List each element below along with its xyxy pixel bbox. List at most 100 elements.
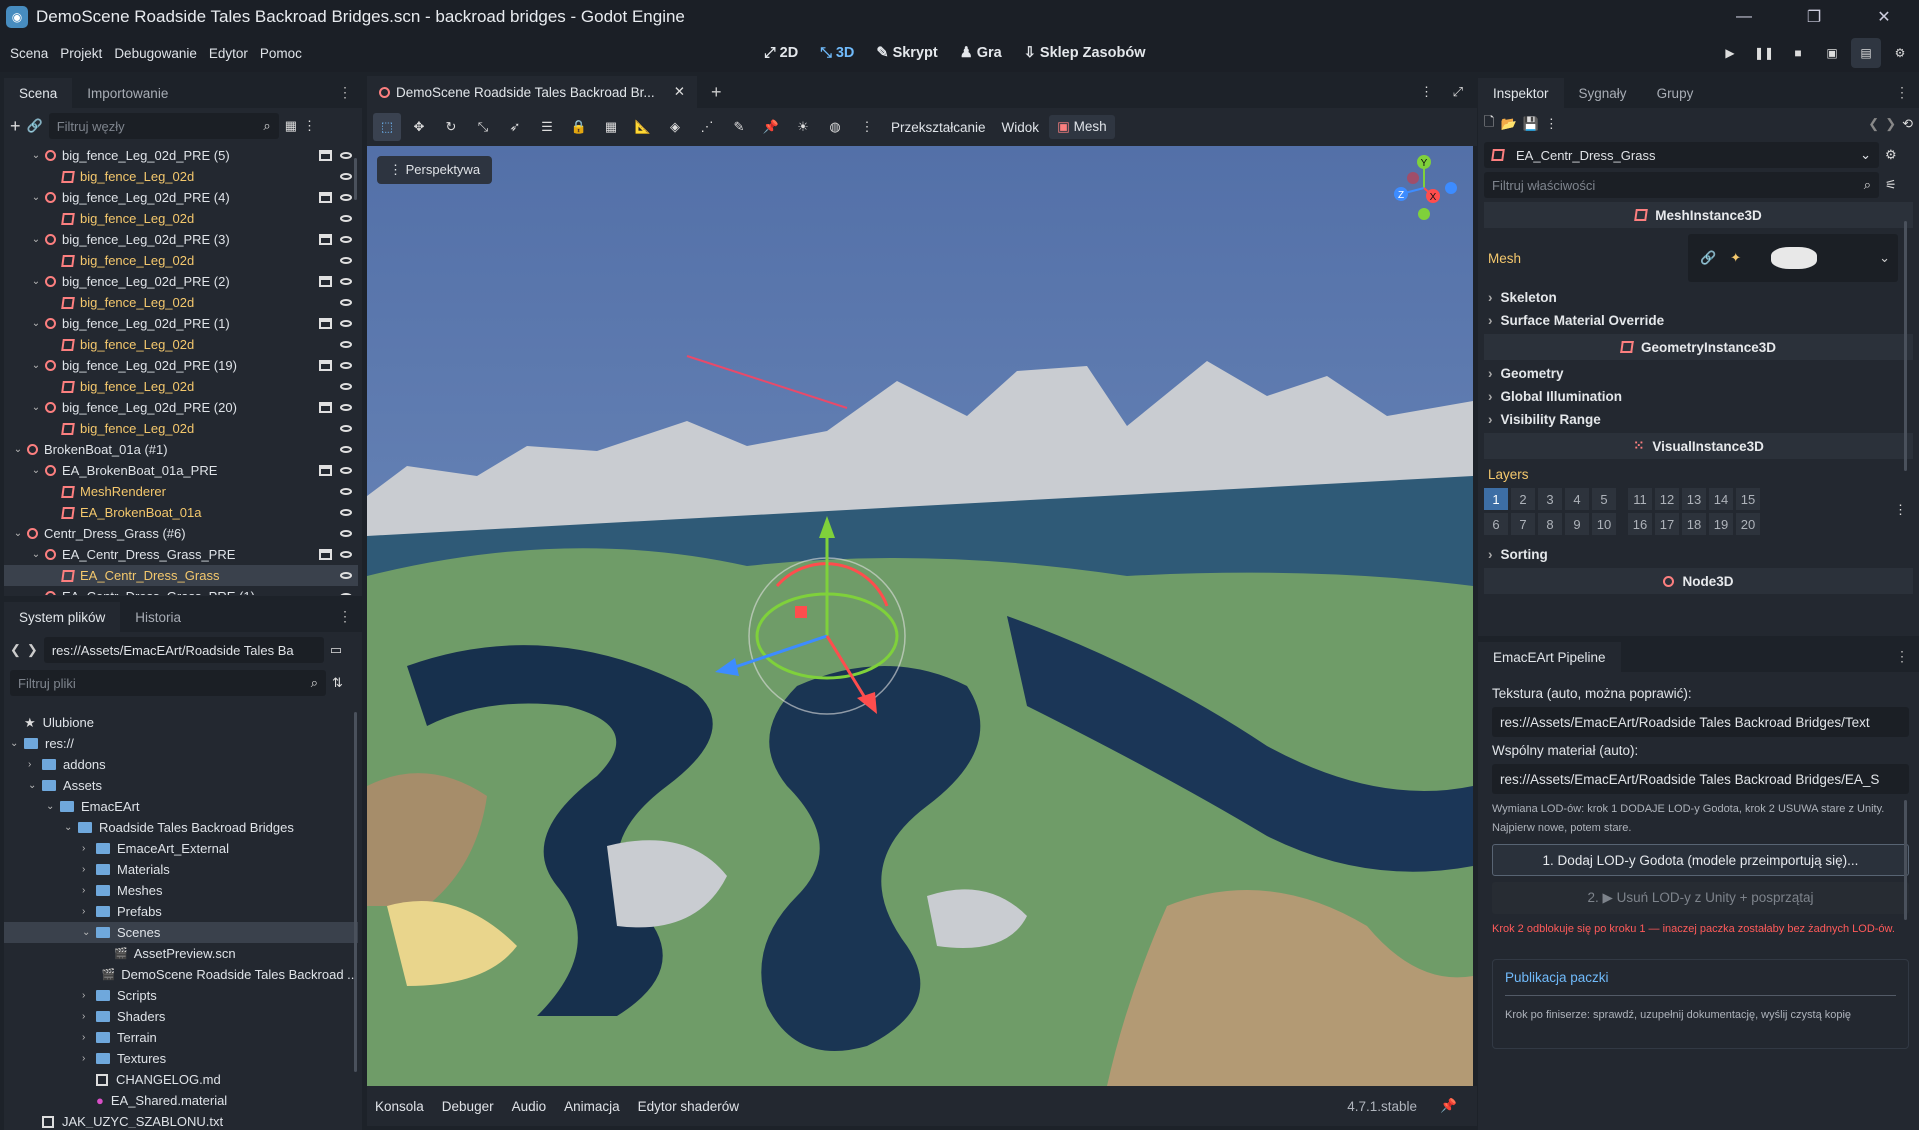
layers-menu-icon[interactable]: ⋮ bbox=[1894, 502, 1907, 518]
tree-node[interactable]: ⌄ big_fence_Leg_02d_PRE (19) bbox=[4, 355, 358, 376]
chevron-down-icon[interactable]: ⌄ bbox=[12, 444, 24, 455]
rotate-mode-icon[interactable]: ↻ bbox=[437, 113, 465, 141]
layer-toggle[interactable]: 1 bbox=[1484, 488, 1508, 510]
chevron-down-icon[interactable]: ⌄ bbox=[12, 528, 24, 539]
menu-debug[interactable]: Debugowanie bbox=[108, 46, 203, 61]
pin-bottom-icon[interactable]: 📌 bbox=[1440, 1098, 1457, 1114]
tab-debugger[interactable]: Debuger bbox=[442, 1099, 494, 1114]
tab-animation[interactable]: Animacja bbox=[564, 1099, 620, 1114]
path-field[interactable]: res://Assets/EmacEArt/Roadside Tales Ba bbox=[43, 637, 324, 663]
tree-node[interactable]: MeshRenderer bbox=[4, 481, 358, 502]
split-view-icon[interactable]: ▭ bbox=[330, 642, 342, 658]
pipeline-scrollbar[interactable] bbox=[1904, 800, 1907, 920]
chevron-icon[interactable]: › bbox=[82, 843, 96, 854]
scene-menu-icon[interactable]: ⋮ bbox=[303, 118, 316, 134]
inspector-menu-icon[interactable]: ⋮ bbox=[1895, 84, 1909, 101]
workspace-assetlib[interactable]: ⇩ Sklep Zasobów bbox=[1020, 45, 1150, 61]
layer-toggle[interactable]: 7 bbox=[1511, 513, 1535, 535]
visibility-eye-icon[interactable] bbox=[340, 341, 352, 348]
scale-mode-icon[interactable]: ⤡ bbox=[469, 113, 497, 141]
prop-surface-material[interactable]: › Surface Material Override bbox=[1478, 309, 1919, 332]
layer-toggle[interactable]: 4 bbox=[1565, 488, 1589, 510]
visibility-eye-icon[interactable] bbox=[340, 446, 352, 453]
layer-toggle[interactable]: 11 bbox=[1628, 488, 1652, 510]
open-resource-icon[interactable]: 📂 bbox=[1500, 116, 1516, 132]
workspace-script[interactable]: ✎ Skrypt bbox=[872, 45, 941, 61]
chevron-icon[interactable]: ⌄ bbox=[10, 738, 24, 749]
texture-path-field[interactable]: res://Assets/EmacEArt/Roadside Tales Bac… bbox=[1492, 707, 1909, 737]
tab-scene[interactable]: Scena bbox=[4, 78, 73, 108]
prop-global-illumination[interactable]: › Global Illumination bbox=[1478, 385, 1919, 408]
scene-tab[interactable]: DemoScene Roadside Tales Backroad Br... … bbox=[367, 76, 697, 108]
section-geometryinstance3d[interactable]: GeometryInstance3D bbox=[1484, 334, 1913, 360]
object-selector[interactable]: EA_Centr_Dress_Grass ⌄ bbox=[1484, 142, 1879, 168]
snap-icon[interactable]: ⋰ bbox=[693, 113, 721, 141]
layer-toggle[interactable]: 15 bbox=[1736, 488, 1760, 510]
tree-node[interactable]: ⌄ big_fence_Leg_02d_PRE (5) bbox=[4, 145, 358, 166]
visibility-eye-icon[interactable] bbox=[340, 173, 352, 180]
prop-skeleton[interactable]: › Skeleton bbox=[1478, 286, 1919, 309]
chevron-icon[interactable]: › bbox=[82, 885, 96, 896]
tree-node[interactable]: ⌄ EA_BrokenBoat_01a_PRE bbox=[4, 460, 358, 481]
tab-signals[interactable]: Sygnały bbox=[1564, 78, 1642, 108]
local-space-icon[interactable]: ◈ bbox=[661, 113, 689, 141]
tree-node[interactable]: ⌄ Centr_Dress_Grass (#6) bbox=[4, 523, 358, 544]
tab-groups[interactable]: Grupy bbox=[1642, 78, 1709, 108]
tree-node[interactable]: ⌄ big_fence_Leg_02d_PRE (3) bbox=[4, 229, 358, 250]
3d-viewport[interactable]: ⋮ Perspektywa Y X Z bbox=[367, 146, 1473, 1086]
open-scene-icon[interactable] bbox=[319, 234, 332, 245]
file-item[interactable]: ⌄ EmacEArt bbox=[4, 796, 358, 817]
layer-toggle[interactable]: 5 bbox=[1592, 488, 1616, 510]
workspace-2d[interactable]: ⤢ 2D bbox=[760, 45, 802, 61]
visibility-eye-icon[interactable] bbox=[340, 320, 352, 327]
tab-console[interactable]: Konsola bbox=[375, 1099, 424, 1114]
link-icon[interactable]: 🔗 bbox=[27, 118, 43, 134]
menu-scene[interactable]: Scena bbox=[4, 46, 54, 61]
file-item[interactable]: › Meshes bbox=[4, 880, 358, 901]
layer-toggle[interactable]: 10 bbox=[1592, 513, 1616, 535]
file-item[interactable]: ⌄ Scenes bbox=[4, 922, 358, 943]
visibility-eye-icon[interactable] bbox=[340, 278, 352, 285]
chevron-icon[interactable]: › bbox=[28, 759, 42, 770]
property-filter-input[interactable]: Filtruj właściwości ⌕ bbox=[1484, 172, 1879, 198]
material-path-field[interactable]: res://Assets/EmacEArt/Roadside Tales Bac… bbox=[1492, 764, 1909, 794]
file-item[interactable]: ● EA_Shared.material bbox=[4, 1090, 358, 1111]
visibility-eye-icon[interactable] bbox=[340, 362, 352, 369]
ruler-icon[interactable]: 📐 bbox=[629, 113, 657, 141]
add-node-icon[interactable]: + bbox=[10, 116, 21, 137]
add-godot-lods-button[interactable]: 1. Dodaj LOD-y Godota (modele przeimport… bbox=[1492, 844, 1909, 876]
layer-toggle[interactable]: 2 bbox=[1511, 488, 1535, 510]
list-select-icon[interactable]: ☰ bbox=[533, 113, 561, 141]
visibility-eye-icon[interactable] bbox=[340, 383, 352, 390]
tab-pipeline[interactable]: EmacEArt Pipeline bbox=[1478, 642, 1621, 672]
play-icon[interactable]: ▶ bbox=[1715, 38, 1745, 68]
tree-node[interactable]: big_fence_Leg_02d bbox=[4, 418, 358, 439]
tab-inspector[interactable]: Inspektor bbox=[1478, 78, 1564, 108]
chevron-down-icon[interactable]: ⌄ bbox=[30, 234, 42, 245]
open-scene-icon[interactable] bbox=[319, 360, 332, 371]
visibility-eye-icon[interactable] bbox=[340, 488, 352, 495]
link-icon[interactable]: 🔗 bbox=[1700, 250, 1716, 266]
dock-menu-icon[interactable]: ⋮ bbox=[338, 84, 352, 101]
file-item[interactable]: › Materials bbox=[4, 859, 358, 880]
chevron-down-icon[interactable]: ⌄ bbox=[30, 465, 42, 476]
file-filter-input[interactable]: Filtruj pliki ⌕ bbox=[10, 670, 326, 696]
sun-icon[interactable]: ☀ bbox=[789, 113, 817, 141]
chevron-down-icon[interactable]: ⌄ bbox=[1879, 250, 1890, 266]
tab-history[interactable]: Historia bbox=[120, 602, 196, 632]
tree-node[interactable]: big_fence_Leg_02d bbox=[4, 376, 358, 397]
selectable-icon[interactable]: ➶ bbox=[501, 113, 529, 141]
tab-import[interactable]: Importowanie bbox=[72, 78, 183, 108]
chevron-icon[interactable]: › bbox=[82, 906, 96, 917]
chevron-icon[interactable]: › bbox=[82, 1053, 96, 1064]
add-tab-icon[interactable]: + bbox=[711, 82, 722, 103]
stop-icon[interactable]: ■ bbox=[1783, 38, 1813, 68]
file-item[interactable]: › Prefabs bbox=[4, 901, 358, 922]
minimize-button[interactable]: — bbox=[1709, 0, 1779, 34]
layer-toggle[interactable]: 13 bbox=[1682, 488, 1706, 510]
chevron-down-icon[interactable]: ⌄ bbox=[30, 360, 42, 371]
file-item[interactable]: › Textures bbox=[4, 1048, 358, 1069]
layer-toggle[interactable]: 9 bbox=[1565, 513, 1589, 535]
tree-node[interactable]: ⌄ big_fence_Leg_02d_PRE (1) bbox=[4, 313, 358, 334]
tree-node[interactable]: ⌄ EA_Centr_Dress_Grass_PRE bbox=[4, 544, 358, 565]
